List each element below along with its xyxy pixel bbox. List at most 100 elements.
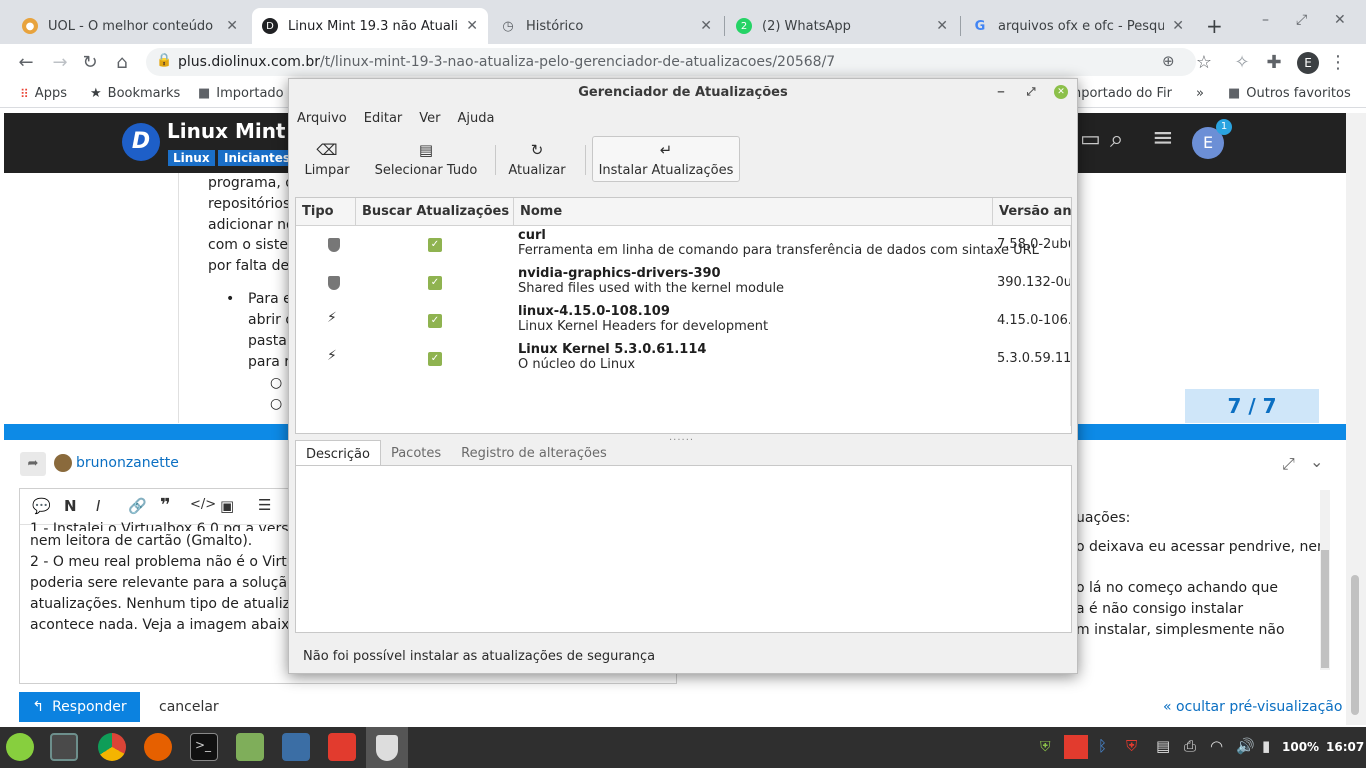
blockquote-icon[interactable]: ❞ [160, 495, 171, 516]
update-manager-taskbar-item[interactable] [366, 727, 408, 768]
row-checkbox[interactable]: ✓ [428, 238, 442, 252]
menu-dots-icon[interactable]: ⋮ [1326, 50, 1350, 74]
close-tab-icon[interactable]: ✕ [700, 18, 712, 34]
maximize-window-icon[interactable]: ⤢ [1296, 12, 1307, 28]
reply-to-user[interactable]: brunonzanette [76, 455, 179, 471]
link-icon[interactable]: 🔗 [128, 497, 147, 515]
row-checkbox[interactable]: ✓ [428, 314, 442, 328]
scrollbar-thumb[interactable] [1321, 550, 1329, 668]
bookmark-other[interactable]: ■ Outros favoritos [1228, 86, 1351, 101]
chat-icon[interactable]: ▭ [1080, 127, 1101, 152]
bookmark-apps[interactable]: ⠿ Apps [20, 86, 67, 101]
tab-google[interactable]: G arquivos ofx e ofc - Pesquisa Google ✕ [962, 8, 1194, 44]
wifi-icon[interactable]: ◠ [1210, 737, 1223, 755]
collapse-chevron-icon[interactable]: ⌄ [1310, 452, 1323, 471]
close-window-icon[interactable]: ✕ [1334, 12, 1346, 28]
bluetooth-icon[interactable]: ᛒ [1098, 737, 1107, 755]
update-tray-icon[interactable]: ⛨ [1040, 739, 1051, 755]
hide-preview-link[interactable]: « ocultar pré-visualização [1163, 699, 1342, 715]
anydesk-tray-icon[interactable] [1064, 735, 1088, 759]
close-tab-icon[interactable]: ✕ [466, 18, 478, 34]
reply-button[interactable]: ↰ Responder [19, 692, 140, 722]
tab-pacotes[interactable]: Pacotes [381, 440, 451, 466]
tab-registro[interactable]: Registro de alterações [451, 440, 617, 466]
minimize-window-icon[interactable]: – [1262, 12, 1269, 28]
italic-icon[interactable]: I [96, 497, 100, 515]
profile-avatar[interactable]: E [1297, 52, 1319, 74]
back-icon[interactable]: ← [14, 50, 38, 74]
editor-text[interactable]: 1 - Instalei o Virtualbox 6.0 pq a versã… [30, 521, 298, 636]
forward-icon[interactable]: → [48, 50, 72, 74]
close-icon[interactable]: ✕ [1054, 85, 1068, 99]
close-tab-icon[interactable]: ✕ [936, 18, 948, 34]
files-icon[interactable] [236, 733, 264, 761]
refresh-button[interactable]: ↻ Atualizar [503, 136, 571, 182]
new-tab-icon[interactable]: + [1206, 14, 1223, 38]
anydesk-icon[interactable] [328, 733, 356, 761]
show-desktop-icon[interactable] [50, 733, 78, 761]
mint-menu-icon[interactable] [6, 733, 34, 761]
bookmark-folder-imported-2[interactable]: Importado do Fir... [1068, 86, 1172, 101]
cancel-link[interactable]: cancelar [159, 699, 219, 715]
preview-scrollbar[interactable] [1320, 490, 1330, 670]
menu-ajuda[interactable]: Ajuda [458, 107, 504, 131]
minimize-icon[interactable]: ‒ [994, 85, 1008, 99]
table-row[interactable]: ⚡ ✓ Linux Kernel 5.3.0.61.114 O núcleo d… [296, 342, 1071, 380]
chrome-icon[interactable] [98, 733, 126, 761]
battery-icon[interactable]: ▮ [1262, 737, 1270, 755]
topic-progress[interactable]: 7 / 7 [1185, 389, 1319, 423]
close-tab-icon[interactable]: ✕ [226, 18, 238, 34]
firefox-icon[interactable] [144, 733, 172, 761]
row-checkbox[interactable]: ✓ [428, 276, 442, 290]
maximize-icon[interactable]: ⤢ [1024, 85, 1038, 99]
diolinux-logo[interactable]: D [122, 123, 160, 161]
volume-icon[interactable]: 🔊 [1236, 737, 1255, 755]
pane-resize-handle[interactable]: ...... [669, 432, 694, 443]
code-icon[interactable]: </> [190, 497, 216, 512]
system-monitor-icon[interactable] [282, 733, 310, 761]
bookmark-folder-imported[interactable]: ■ Importado do Firefox [198, 86, 286, 101]
column-buscar[interactable]: Buscar Atualizações [356, 198, 514, 226]
reply-arrow-icon[interactable]: ➦ [20, 452, 46, 476]
reload-icon[interactable]: ↻ [78, 50, 102, 74]
tab-descricao[interactable]: Descrição [295, 440, 381, 466]
clock[interactable]: 16:07 [1326, 740, 1364, 754]
menu-ver[interactable]: Ver [419, 107, 449, 131]
security-shield-icon[interactable]: ⛨ [1126, 737, 1137, 755]
table-scrollbar[interactable] [1070, 226, 1071, 426]
page-scrollbar[interactable] [1346, 113, 1366, 725]
select-all-button[interactable]: ▤ Selecionar Tudo [371, 136, 481, 182]
bullet-list-icon[interactable]: ☰ [258, 496, 271, 514]
install-updates-button[interactable]: ↵ Instalar Atualizações [592, 136, 740, 182]
add-to-reading-icon[interactable]: ⊕ [1162, 52, 1175, 70]
close-tab-icon[interactable]: ✕ [1172, 18, 1184, 34]
clear-button[interactable]: ⌫ Limpar [299, 136, 355, 182]
bookmark-star-icon[interactable]: ☆ [1192, 50, 1216, 74]
row-checkbox[interactable]: ✓ [428, 352, 442, 366]
tab-uol[interactable]: ● UOL - O melhor conteúdo ✕ [12, 8, 248, 44]
address-bar[interactable]: 🔒 plus.diolinux.com.br/t/linux-mint-19-3… [146, 48, 1196, 76]
page-scrollbar-thumb[interactable] [1351, 575, 1359, 715]
column-tipo[interactable]: Tipo [296, 198, 356, 226]
tag-linux[interactable]: Linux [168, 150, 215, 166]
fullscreen-icon[interactable]: ⤢ [1282, 454, 1295, 474]
home-icon[interactable]: ⌂ [110, 50, 134, 74]
table-row[interactable]: ⚡ ✓ linux-4.15.0-108.109 Linux Kernel He… [296, 304, 1071, 342]
tab-whatsapp[interactable]: 2 (2) WhatsApp ✕ [726, 8, 958, 44]
column-versao[interactable]: Versão anti [993, 198, 1071, 226]
dialog-titlebar[interactable]: Gerenciador de Atualizações ‒ ⤢ ✕ [289, 79, 1077, 107]
image-icon[interactable]: ▣ [220, 497, 234, 515]
tab-diolinux[interactable]: D Linux Mint 19.3 não Atualiza pelo ✕ [252, 8, 488, 44]
quote-bubble-icon[interactable]: 💬 [32, 497, 51, 515]
menu-arquivo[interactable]: Arquivo [297, 107, 356, 131]
bold-icon[interactable]: N [64, 497, 77, 515]
tab-historico[interactable]: ◷ Histórico ✕ [490, 8, 722, 44]
column-nome[interactable]: Nome [514, 198, 993, 226]
terminal-icon[interactable]: >_ [190, 733, 218, 761]
menu-editar[interactable]: Editar [364, 107, 412, 131]
network-card-icon[interactable]: ▤ [1156, 737, 1170, 755]
extensions-puzzle-icon[interactable]: ✚ [1262, 50, 1286, 74]
table-row[interactable]: ✓ nvidia-graphics-drivers-390 Shared fil… [296, 266, 1071, 304]
printer-icon[interactable]: ⎙ [1184, 737, 1196, 755]
bookmarks-overflow-icon[interactable]: » [1196, 86, 1204, 101]
